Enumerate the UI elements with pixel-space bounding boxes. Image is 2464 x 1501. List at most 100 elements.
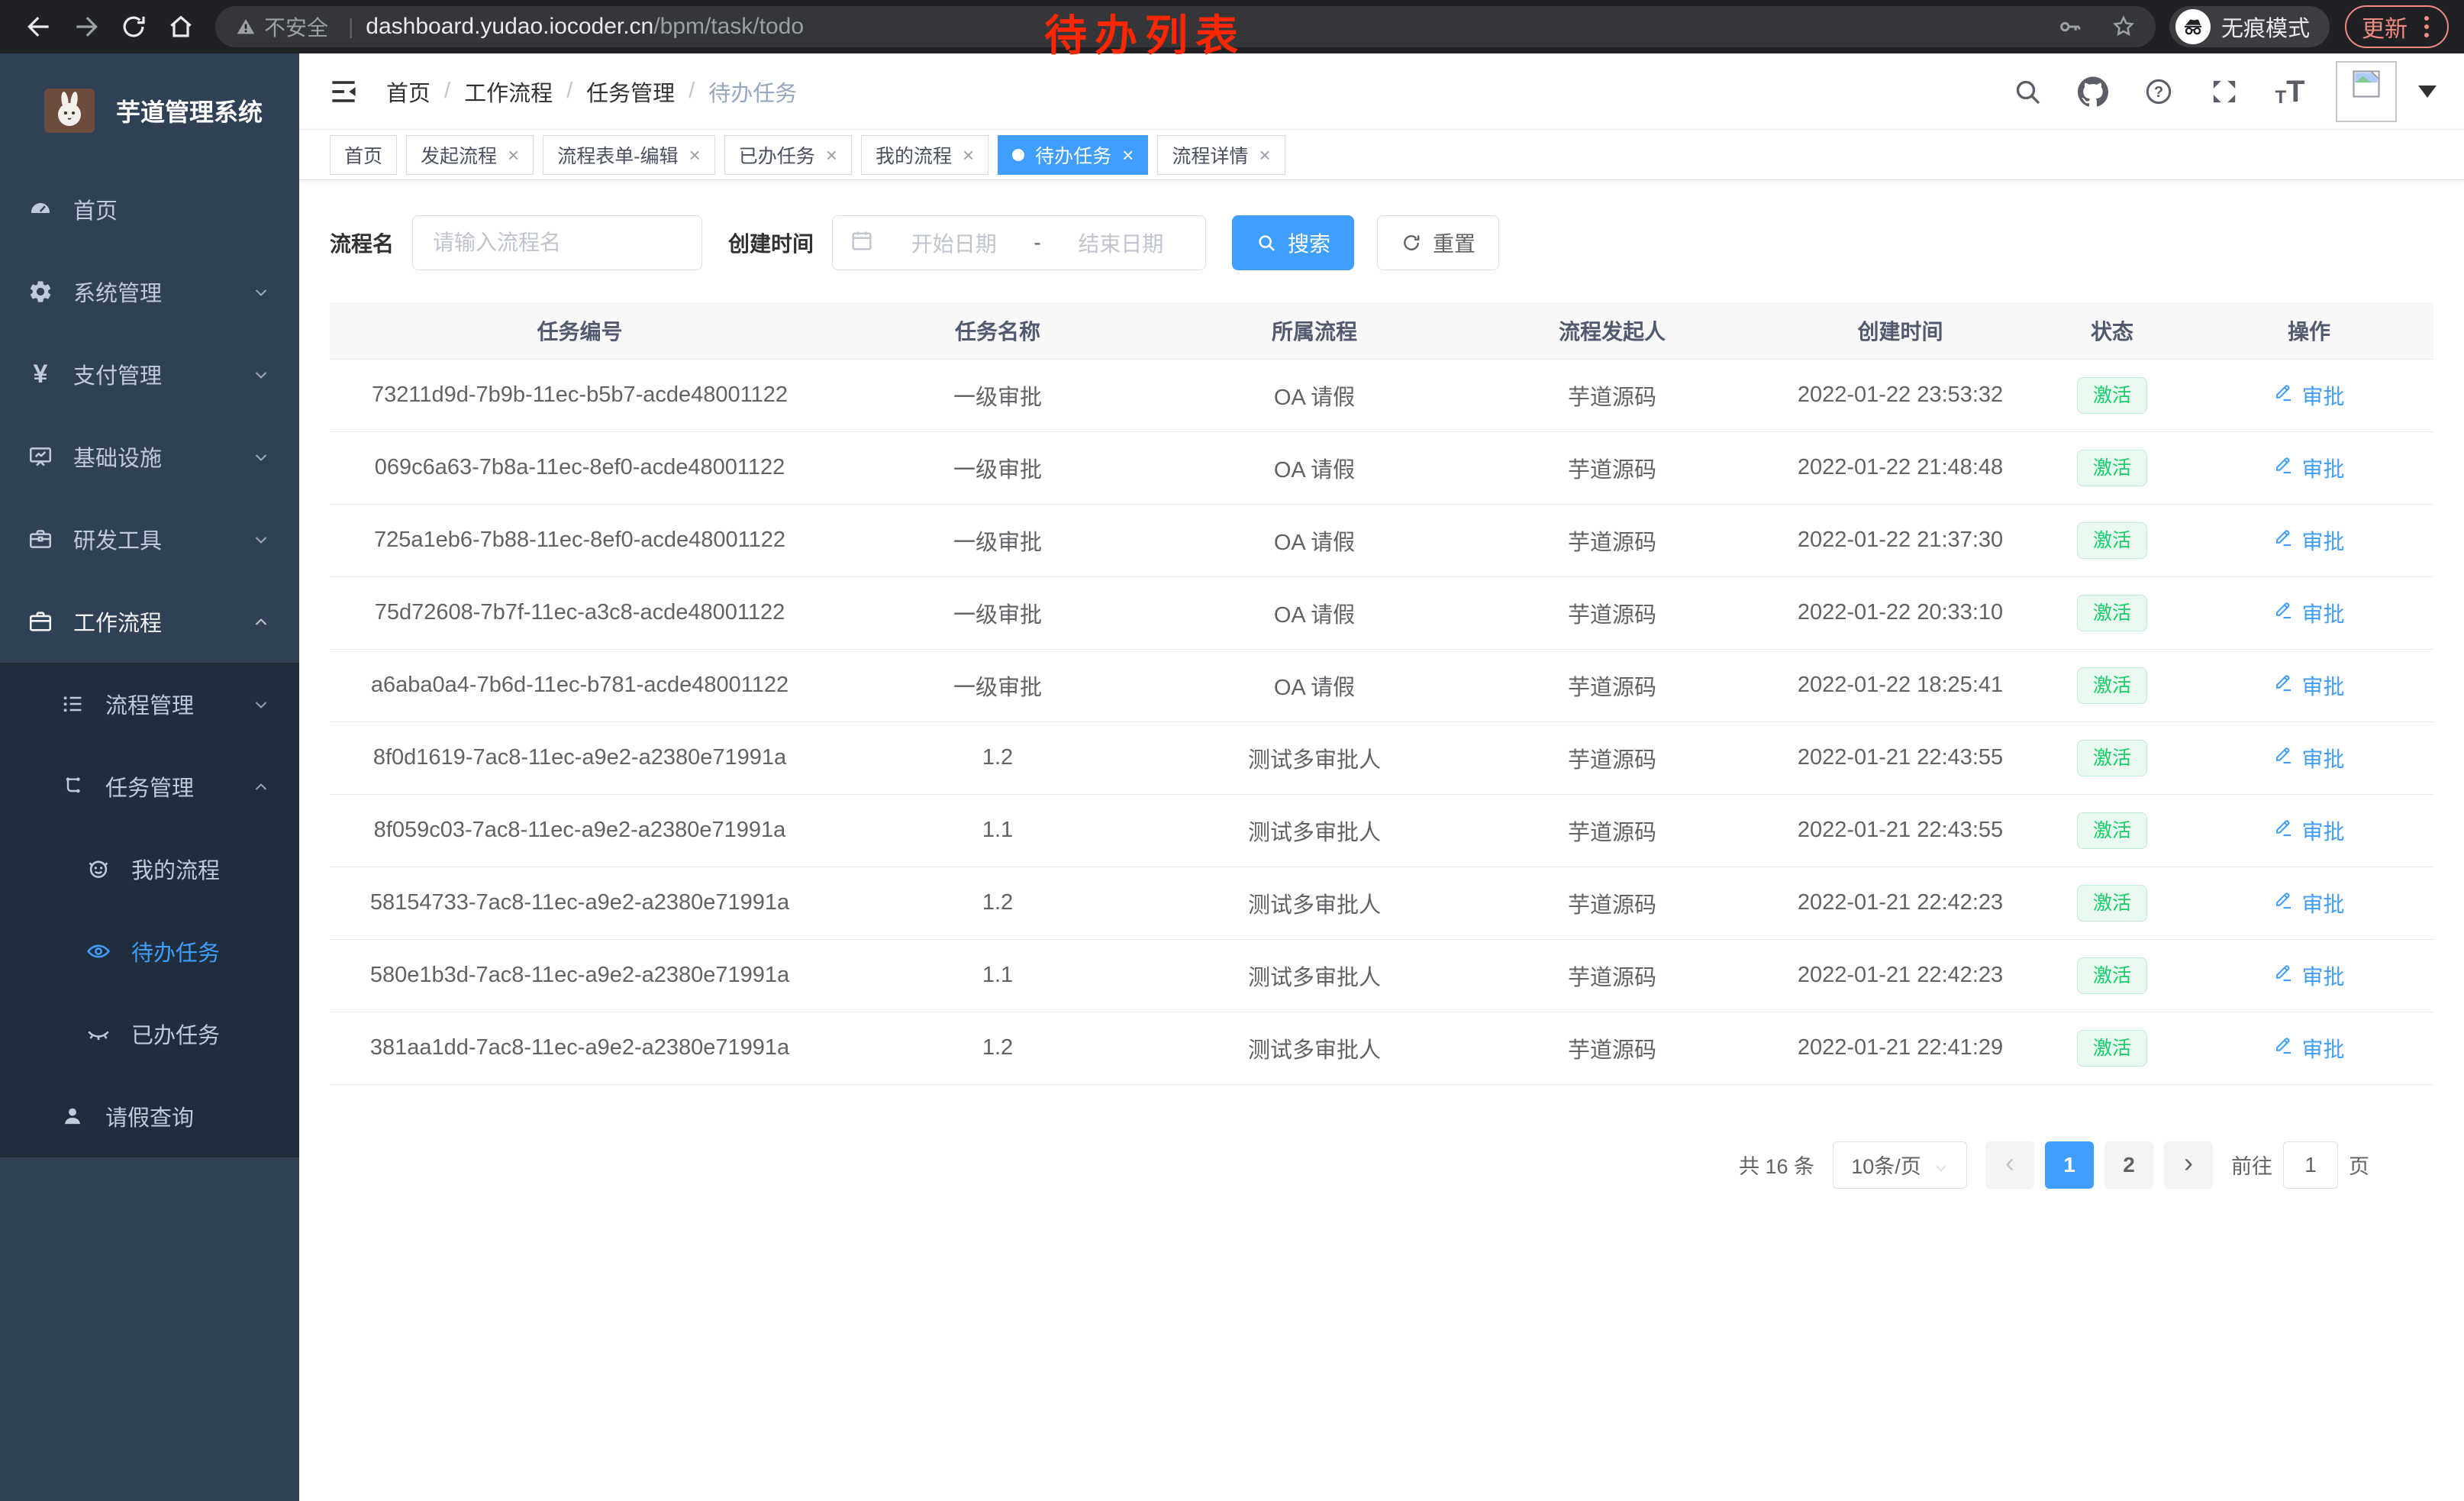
approve-label: 审批	[2301, 670, 2344, 701]
close-icon[interactable]: ×	[826, 145, 837, 165]
tab-流程详情[interactable]: 流程详情 ×	[1157, 135, 1285, 175]
tab-label: 我的流程	[876, 141, 952, 169]
browser-update-button[interactable]: 更新	[2345, 5, 2449, 48]
page-size-select[interactable]: 10条/页	[1833, 1141, 1967, 1189]
tab-流程表单-编辑[interactable]: 流程表单-编辑 ×	[543, 135, 715, 175]
sidebar-item-task-mgmt[interactable]: 任务管理	[0, 745, 299, 828]
approve-label: 审批	[2301, 960, 2344, 991]
sidebar-item-infra[interactable]: 基础设施	[0, 415, 299, 498]
approve-link[interactable]: 审批	[2273, 888, 2344, 918]
edit-icon	[2273, 528, 2294, 554]
create-time-cell: 2022-01-22 21:37:30	[1761, 504, 2040, 576]
approve-link[interactable]: 审批	[2273, 598, 2344, 628]
approve-label: 审批	[2301, 453, 2344, 483]
sidebar-item-workflow[interactable]: 工作流程	[0, 580, 299, 663]
approve-link[interactable]: 审批	[2273, 525, 2344, 556]
approve-label: 审批	[2301, 380, 2344, 411]
table-row: 73211d9d-7b9b-11ec-b5b7-acde48001122 一级审…	[330, 359, 2433, 431]
bookmark-star-icon[interactable]	[2110, 13, 2137, 40]
approve-label: 审批	[2301, 598, 2344, 628]
approve-link[interactable]: 审批	[2273, 960, 2344, 991]
close-icon[interactable]: ×	[689, 145, 701, 165]
approve-link[interactable]: 审批	[2273, 670, 2344, 701]
browser-menu-icon[interactable]	[2421, 15, 2432, 39]
sidebar-item-label: 待办任务	[131, 935, 220, 967]
close-icon[interactable]: ×	[963, 145, 974, 165]
top-navbar: 首页/工作流程/任务管理/待办任务 ? TT	[299, 53, 2464, 130]
github-icon[interactable]	[2078, 76, 2108, 107]
sidebar-item-label: 任务管理	[105, 770, 194, 802]
browser-home-button[interactable]	[163, 9, 198, 44]
sidebar-item-done-task[interactable]: 已办任务	[0, 993, 299, 1075]
edit-icon	[2273, 600, 2294, 626]
breadcrumb-item[interactable]: 首页	[386, 76, 431, 108]
status-badge: 激活	[2077, 885, 2147, 922]
sidebar-item-system[interactable]: 系统管理	[0, 250, 299, 333]
process-name-input[interactable]	[412, 215, 702, 270]
sidebar-item-home[interactable]: 首页	[0, 168, 299, 250]
tab-已办任务[interactable]: 已办任务 ×	[724, 135, 852, 175]
date-range-picker[interactable]: 开始日期 - 结束日期	[832, 215, 1206, 270]
prev-page-button[interactable]: ‹	[1985, 1141, 2034, 1189]
task-table: 任务编号任务名称所属流程流程发起人创建时间状态操作 73211d9d-7b9b-…	[330, 302, 2433, 1085]
table-row: 381aa1dd-7ac8-11ec-a9e2-a2380e71991a 1.2…	[330, 1012, 2433, 1084]
close-icon[interactable]: ×	[1122, 145, 1134, 165]
menu-fold-icon[interactable]	[327, 75, 360, 108]
approve-link[interactable]: 审批	[2273, 743, 2344, 773]
page-2-button[interactable]: 2	[2104, 1141, 2153, 1189]
start-date-placeholder[interactable]: 开始日期	[886, 228, 1021, 258]
reset-button[interactable]: 重置	[1377, 215, 1499, 270]
security-label[interactable]: 不安全	[264, 11, 328, 42]
table-row: 580e1b3d-7ac8-11ec-a9e2-a2380e71991a 1.1…	[330, 939, 2433, 1012]
tab-发起流程[interactable]: 发起流程 ×	[406, 135, 534, 175]
sidebar-item-label: 请假查询	[105, 1100, 194, 1132]
browser-forward-button[interactable]	[69, 9, 104, 44]
table-row: 8f0d1619-7ac8-11ec-a9e2-a2380e71991a 1.2…	[330, 721, 2433, 794]
address-separator: |	[348, 15, 353, 39]
process-name-label: 流程名	[330, 228, 394, 258]
approve-link[interactable]: 审批	[2273, 380, 2344, 411]
page-size-value: 10条/页	[1851, 1150, 1921, 1180]
sidebar-item-todo-task[interactable]: 待办任务	[0, 910, 299, 993]
password-key-icon[interactable]	[2056, 13, 2084, 40]
sidebar-item-payment[interactable]: ¥ 支付管理	[0, 333, 299, 415]
sidebar-item-leave-query[interactable]: 请假查询	[0, 1075, 299, 1157]
next-page-button[interactable]: ›	[2164, 1141, 2213, 1189]
browser-back-button[interactable]	[21, 9, 56, 44]
approve-link[interactable]: 审批	[2273, 453, 2344, 483]
process-cell: OA 请假	[1166, 576, 1463, 649]
task-id-cell: 75d72608-7b7f-11ec-a3c8-acde48001122	[330, 576, 830, 649]
font-size-icon[interactable]: TT	[2275, 76, 2305, 107]
tab-我的流程[interactable]: 我的流程 ×	[861, 135, 989, 175]
breadcrumb-item[interactable]: 工作流程	[464, 76, 553, 108]
table-row: 75d72608-7b7f-11ec-a3c8-acde48001122 一级审…	[330, 576, 2433, 649]
sidebar-item-process-mgmt[interactable]: 流程管理	[0, 663, 299, 745]
browser-reload-button[interactable]	[116, 9, 151, 44]
breadcrumb: 首页/工作流程/任务管理/待办任务	[386, 76, 2012, 108]
goto-page-input[interactable]	[2283, 1141, 2338, 1189]
sidebar-item-devtools[interactable]: 研发工具	[0, 498, 299, 580]
help-icon[interactable]: ?	[2143, 76, 2174, 107]
breadcrumb-item[interactable]: 任务管理	[586, 76, 675, 108]
search-button[interactable]: 搜索	[1232, 215, 1354, 270]
close-icon[interactable]: ×	[508, 145, 519, 165]
status-badge: 激活	[2077, 667, 2147, 704]
avatar[interactable]	[2336, 61, 2397, 122]
search-icon[interactable]	[2012, 76, 2043, 107]
approve-link[interactable]: 审批	[2273, 815, 2344, 846]
tab-待办任务[interactable]: 待办任务 ×	[998, 135, 1148, 175]
starter-cell: 芋道源码	[1463, 431, 1761, 504]
page-1-button[interactable]: 1	[2045, 1141, 2094, 1189]
table-row: 725a1eb6-7b88-11ec-8ef0-acde48001122 一级审…	[330, 504, 2433, 576]
caret-down-icon[interactable]	[2418, 86, 2437, 98]
sidebar-item-my-process[interactable]: 我的流程	[0, 828, 299, 910]
create-time-cell: 2022-01-21 22:43:55	[1761, 721, 2040, 794]
approve-link[interactable]: 审批	[2273, 1033, 2344, 1064]
edit-icon	[2273, 963, 2294, 989]
end-date-placeholder[interactable]: 结束日期	[1053, 228, 1188, 258]
close-icon[interactable]: ×	[1259, 145, 1270, 165]
tab-首页[interactable]: 首页	[330, 135, 397, 175]
fullscreen-icon[interactable]	[2209, 76, 2240, 107]
app-logo[interactable]: 芋道管理系统	[0, 53, 299, 168]
sidebar-item-label: 我的流程	[131, 853, 220, 885]
